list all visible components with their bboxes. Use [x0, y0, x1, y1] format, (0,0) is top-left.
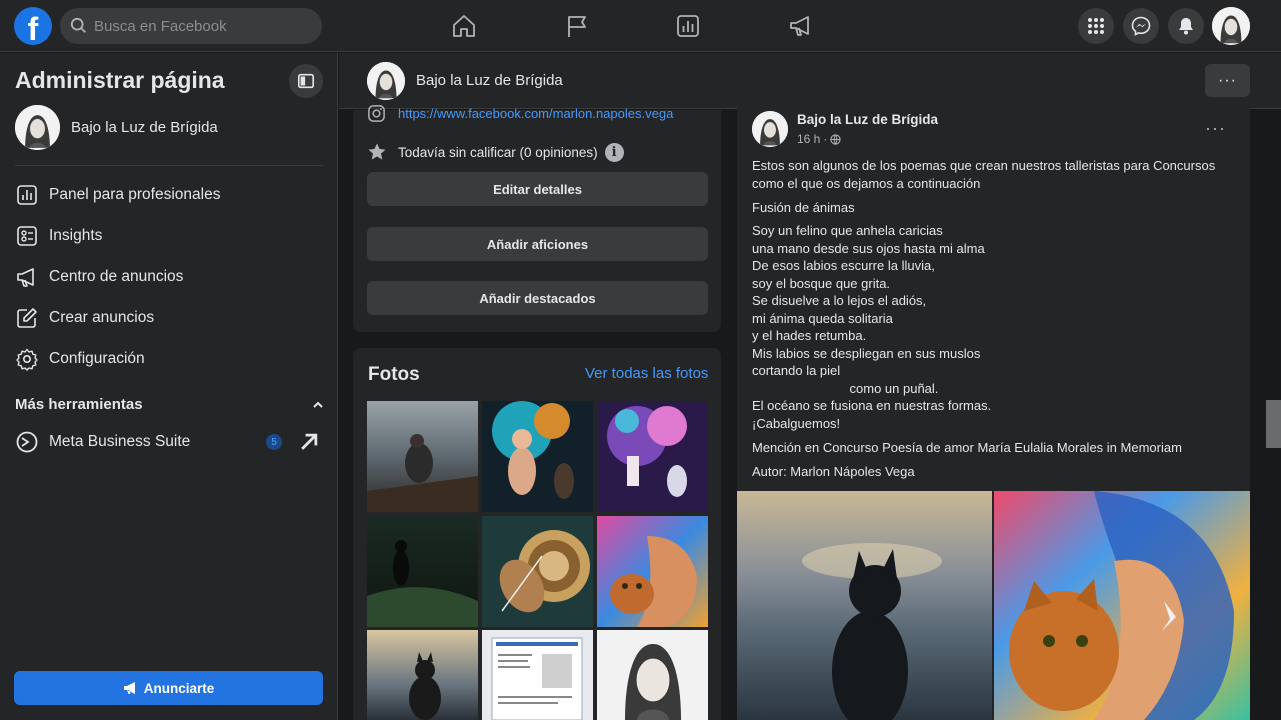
search-box[interactable]: [60, 8, 322, 44]
edit-details-button[interactable]: Editar detalles: [367, 172, 708, 206]
megaphone-icon: [17, 268, 34, 287]
search-input[interactable]: [94, 17, 304, 35]
megaphone-nav-icon[interactable]: [785, 10, 817, 42]
sidebar-item-label: Configuración: [49, 350, 145, 367]
add-hobbies-button[interactable]: Añadir aficiones: [367, 227, 708, 261]
post-intro: Estos son algunos de los poemas que crea…: [752, 158, 1216, 191]
post-timestamp[interactable]: 16 h ·: [797, 132, 841, 146]
megaphone-icon: [123, 682, 135, 694]
sidebar-item-meta-business-suite[interactable]: Meta Business Suite 5: [15, 424, 325, 460]
page-header-avatar[interactable]: [367, 62, 405, 100]
sidebar-collapse-button[interactable]: [289, 64, 323, 98]
promote-label: Anunciarte: [143, 680, 215, 696]
sidebar-item-settings[interactable]: Configuración: [15, 341, 325, 377]
rating-text: Todavía sin calificar (0 opiniones): [398, 144, 598, 160]
photo-thumbnail[interactable]: [367, 516, 478, 627]
instagram-link-row: https://www.facebook.com/marlon.napoles.…: [367, 104, 673, 123]
divider: [15, 165, 323, 166]
page-more-button[interactable]: ···: [1205, 64, 1250, 97]
sidebar-item-create-ads[interactable]: Crear anuncios: [15, 300, 325, 336]
post-mention: Mención en Concurso Poesía de amor María…: [752, 440, 1182, 455]
photo-thumbnail[interactable]: [482, 630, 593, 720]
sidebar-page[interactable]: Bajo la Luz de Brígida: [15, 105, 218, 150]
sidebar-item-professional-dashboard[interactable]: Panel para profesionales: [15, 177, 325, 213]
post-time-text: 16 h: [797, 132, 821, 146]
page-header-name: Bajo la Luz de Brígida: [416, 72, 563, 89]
star-icon: [368, 143, 386, 160]
profile-link[interactable]: https://www.facebook.com/marlon.napoles.…: [398, 106, 673, 121]
top-bar: f: [0, 0, 1281, 52]
portrait-icon: [1212, 7, 1250, 45]
portrait-icon: [15, 105, 60, 150]
edit-icon: [17, 308, 37, 328]
photos-title: Fotos: [368, 364, 420, 385]
meta-suite-icon: [16, 431, 38, 453]
portrait-icon: [752, 111, 788, 147]
sidebar-item-insights[interactable]: Insights: [15, 218, 325, 254]
sidebar-item-label: Meta Business Suite: [49, 433, 191, 450]
sidebar-item-ad-center[interactable]: Centro de anuncios: [15, 259, 325, 295]
chevron-up-icon: [313, 401, 323, 408]
menu-grid-button[interactable]: [1078, 8, 1114, 44]
flag-icon[interactable]: [561, 10, 593, 42]
messenger-icon: [1131, 16, 1151, 36]
insights-icon: [17, 226, 37, 246]
analytics-icon[interactable]: [672, 10, 704, 42]
sidebar-item-label: Insights: [49, 227, 103, 244]
messenger-button[interactable]: [1123, 8, 1159, 44]
more-tools-label: Más herramientas: [15, 396, 143, 413]
panel-icon: [297, 73, 315, 89]
poem-title: Fusión de ánimas: [752, 200, 855, 215]
photo-thumbnail[interactable]: [597, 516, 708, 627]
add-featured-button[interactable]: Añadir destacados: [367, 281, 708, 315]
see-all-photos-link[interactable]: Ver todas las fotos: [585, 365, 708, 382]
page-avatar: [15, 105, 60, 150]
post-options-button[interactable]: ···: [1205, 118, 1226, 139]
rating-row: Todavía sin calificar (0 opiniones) i: [367, 142, 624, 162]
sidebar-page-name: Bajo la Luz de Brígida: [71, 119, 218, 136]
more-tools-header[interactable]: Más herramientas: [15, 396, 325, 413]
poem-body: Soy un felino que anhela caricias una ma…: [752, 223, 992, 431]
post-image[interactable]: [994, 491, 1250, 720]
gear-icon: [16, 348, 38, 371]
facebook-logo[interactable]: f: [14, 7, 52, 45]
post-image[interactable]: [737, 491, 992, 720]
dashboard-icon: [17, 185, 37, 205]
sidebar-item-label: Crear anuncios: [49, 309, 155, 326]
photo-thumbnail[interactable]: [482, 401, 593, 512]
external-link-icon: [301, 433, 318, 450]
photo-thumbnail[interactable]: [367, 401, 478, 512]
grid-icon: [1088, 18, 1104, 34]
notifications-button[interactable]: [1168, 8, 1204, 44]
sidebar-item-label: Centro de anuncios: [49, 268, 184, 285]
search-icon: [70, 17, 86, 33]
profile-avatar[interactable]: [1212, 7, 1250, 45]
sidebar-item-label: Panel para profesionales: [49, 186, 221, 203]
post-author-avatar[interactable]: [752, 111, 788, 147]
post-avatar: [752, 111, 788, 147]
promote-button[interactable]: Anunciarte: [14, 671, 323, 705]
photo-thumbnail[interactable]: [367, 630, 478, 720]
globe-icon: [830, 133, 841, 145]
instagram-icon: [368, 105, 385, 122]
bell-icon: [1179, 18, 1193, 35]
sidebar: Administrar página Bajo la Luz de Brígid…: [0, 53, 338, 720]
info-icon[interactable]: i: [604, 142, 624, 162]
photo-thumbnail[interactable]: [597, 401, 708, 512]
home-icon[interactable]: [448, 10, 480, 42]
photo-thumbnail[interactable]: [482, 516, 593, 627]
scrollbar-thumb[interactable]: [1266, 400, 1281, 448]
notification-badge: 5: [266, 434, 282, 450]
post-author-line: Autor: Marlon Nápoles Vega: [752, 464, 915, 479]
portrait-icon: [367, 62, 405, 100]
logo-letter: f: [27, 11, 39, 45]
photo-thumbnail[interactable]: [597, 630, 708, 720]
post-author-name[interactable]: Bajo la Luz de Brígida: [797, 112, 938, 127]
sidebar-title: Administrar página: [15, 67, 225, 93]
